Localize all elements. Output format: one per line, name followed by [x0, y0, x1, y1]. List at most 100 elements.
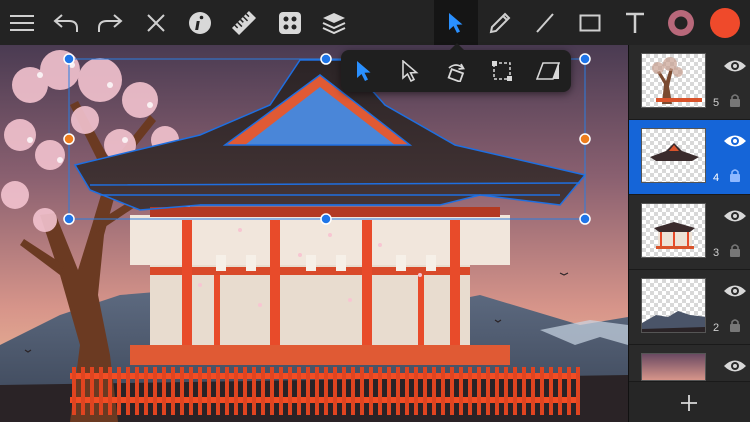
close-button[interactable]	[134, 0, 178, 45]
layers-panel: 5 4 3 2	[628, 45, 750, 422]
select-tool-button[interactable]	[434, 0, 478, 45]
close-icon	[147, 13, 165, 32]
layers-button[interactable]	[312, 0, 356, 45]
handle-top-left[interactable]	[63, 53, 75, 65]
handle-middle-left[interactable]	[63, 133, 75, 145]
fence-post	[297, 367, 301, 415]
layer-thumbnail	[641, 203, 706, 258]
fence-post	[324, 367, 328, 415]
fence-post	[513, 367, 517, 415]
layer-row-3[interactable]: 3	[629, 195, 750, 270]
select-button[interactable]	[341, 50, 387, 92]
fence-post	[117, 367, 121, 415]
lock-toggle[interactable]	[729, 318, 741, 332]
fence-post	[81, 367, 85, 415]
fence-post	[540, 367, 544, 415]
handle-top-right[interactable]	[579, 53, 591, 65]
layer-number: 3	[713, 247, 720, 259]
redo-button[interactable]	[88, 0, 132, 45]
fence-post	[279, 367, 283, 415]
text-tool-button[interactable]	[613, 0, 657, 45]
crop-button[interactable]	[479, 50, 525, 92]
fence-post	[495, 367, 499, 415]
menu-button[interactable]	[0, 0, 44, 45]
stroke-color-swatch	[668, 9, 694, 36]
lock-toggle[interactable]	[729, 168, 741, 182]
ruler-button[interactable]	[222, 0, 266, 45]
undo-button[interactable]	[44, 0, 88, 45]
skew-icon	[536, 62, 560, 80]
rectangle-tool-button[interactable]	[568, 0, 612, 45]
layer-row-4[interactable]: 4	[629, 120, 750, 195]
eye-icon	[724, 135, 746, 147]
direct-select-icon	[402, 60, 419, 82]
plus-icon	[681, 395, 697, 411]
info-button[interactable]	[178, 0, 222, 45]
stroke-color-button[interactable]	[659, 0, 703, 45]
handle-bottom-center[interactable]	[320, 213, 332, 225]
fence-post	[108, 367, 112, 415]
fence-post	[135, 367, 139, 415]
ruler-icon	[231, 10, 257, 35]
layer-thumbnail	[641, 53, 706, 108]
fence-post	[162, 367, 166, 415]
fence-post	[396, 367, 400, 415]
fence-post	[306, 367, 310, 415]
fence-post	[441, 367, 445, 415]
skew-button[interactable]	[525, 50, 571, 92]
visibility-toggle[interactable]	[723, 207, 747, 225]
line-tool-button[interactable]	[523, 0, 567, 45]
fence-post	[171, 367, 175, 415]
fence-post	[387, 367, 391, 415]
fence-post	[99, 367, 103, 415]
fence-post	[243, 367, 247, 415]
fence-post	[450, 367, 454, 415]
fence-post	[126, 367, 130, 415]
fence-post	[486, 367, 490, 415]
handle-bottom-left[interactable]	[63, 213, 75, 225]
visibility-toggle[interactable]	[723, 357, 747, 375]
grid-button[interactable]	[268, 0, 312, 45]
layer-number: 5	[713, 97, 720, 109]
fence-post	[423, 367, 427, 415]
drawing-canvas[interactable]	[0, 45, 628, 422]
lock-icon	[730, 94, 740, 107]
layer-thumbnail	[641, 353, 706, 381]
rotate-button[interactable]	[433, 50, 479, 92]
fence-post	[558, 367, 562, 415]
fence-post	[432, 367, 436, 415]
undo-icon	[53, 13, 78, 32]
fence-post	[333, 367, 337, 415]
handle-middle-right[interactable]	[579, 133, 591, 145]
layer-row-1[interactable]	[629, 345, 750, 381]
direct-select-button[interactable]	[387, 50, 433, 92]
lock-toggle[interactable]	[729, 243, 741, 257]
text-icon	[626, 12, 644, 33]
fence-post	[198, 367, 202, 415]
pencil-tool-button[interactable]	[478, 0, 522, 45]
lock-icon	[730, 169, 740, 182]
add-layer-button[interactable]	[672, 388, 706, 418]
select-icon	[357, 61, 371, 81]
top-toolbar	[0, 0, 750, 45]
handle-bottom-right[interactable]	[579, 213, 591, 225]
layer-row-2[interactable]: 2	[629, 270, 750, 345]
fence-post	[270, 367, 274, 415]
crop-icon	[492, 61, 512, 81]
selection-tools-popup	[341, 43, 571, 92]
line-icon	[536, 12, 554, 33]
visibility-toggle[interactable]	[723, 57, 747, 75]
visibility-toggle[interactable]	[723, 132, 747, 150]
lock-toggle[interactable]	[729, 93, 741, 107]
menu-icon	[10, 14, 34, 31]
layer-row-5[interactable]: 5	[629, 45, 750, 120]
layer-thumbnail	[641, 128, 706, 183]
handle-top-center[interactable]	[320, 53, 332, 65]
fill-color-button[interactable]	[703, 0, 747, 45]
fence-post	[153, 367, 157, 415]
visibility-toggle[interactable]	[723, 282, 747, 300]
select-arrow-icon	[449, 12, 463, 33]
fence-post	[180, 367, 184, 415]
fence-post	[459, 367, 463, 415]
fence-post	[378, 367, 382, 415]
